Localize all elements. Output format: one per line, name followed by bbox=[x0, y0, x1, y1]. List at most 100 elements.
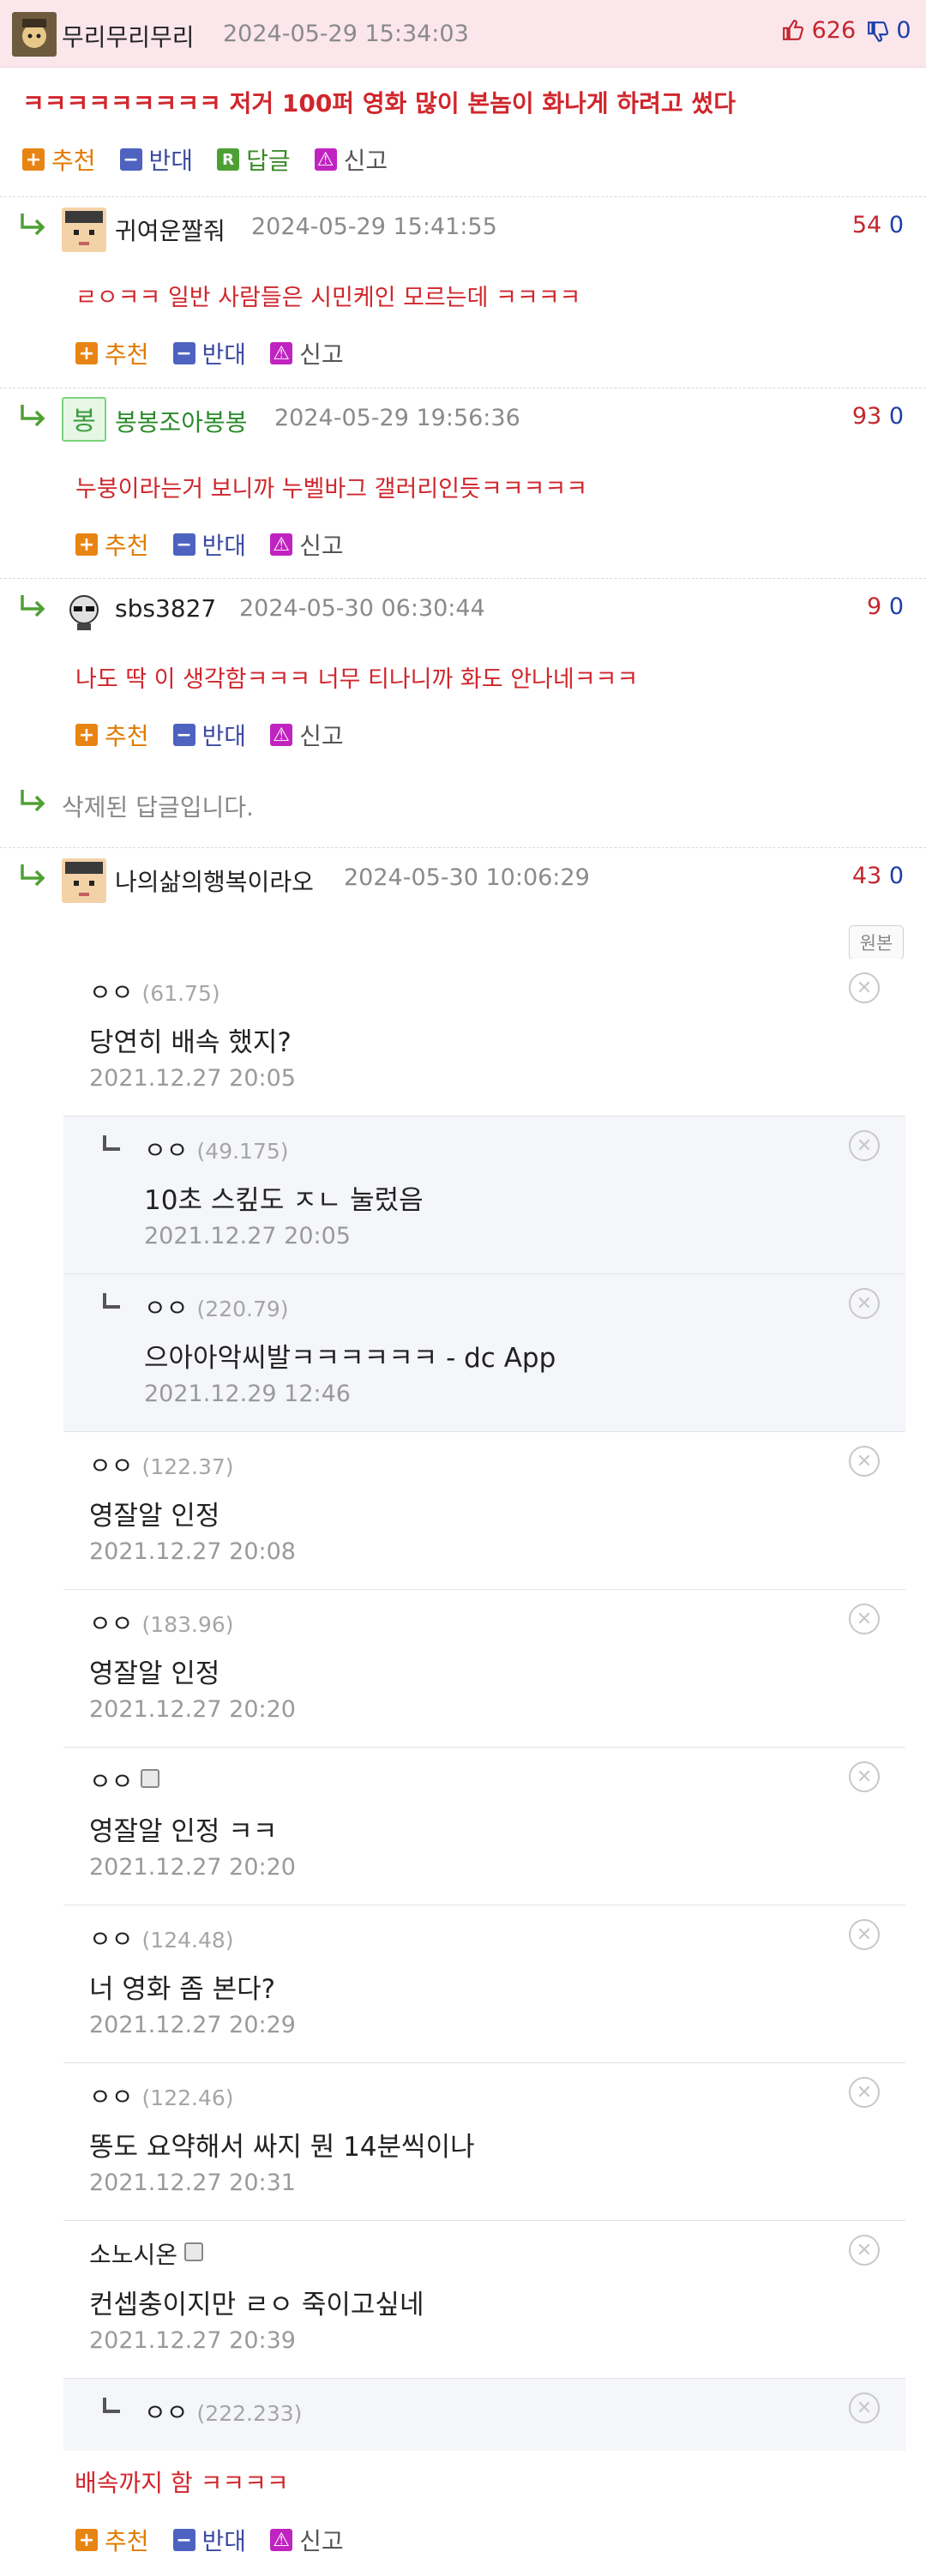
user-avatar[interactable] bbox=[12, 12, 57, 57]
report-button[interactable]: ⚠ 신고 bbox=[270, 336, 344, 370]
comment-actions: + 추천 − 반대 ⚠ 신고 bbox=[75, 529, 368, 560]
comment-nickname[interactable]: 귀여운짤줘 bbox=[115, 213, 225, 247]
recommend-button[interactable]: + 추천 bbox=[75, 718, 149, 752]
comment-nickname[interactable]: 무리무리무리 bbox=[62, 19, 195, 53]
recommend-button[interactable]: + 추천 bbox=[22, 142, 96, 177]
embedded-comment: ㅇㅇ (61.75) 당연히 배속 했지? 2021.12.27 20:05 ✕ bbox=[63, 959, 905, 1116]
embedded-comment: ㅇㅇ (124.48) 너 영화 좀 본다? 2021.12.27 20:29 ✕ bbox=[63, 1905, 905, 2063]
embedded-author: ㅇㅇ (122.37) bbox=[89, 1447, 234, 1482]
recommend-button[interactable]: + 추천 bbox=[75, 2523, 149, 2557]
plus-icon: + bbox=[75, 2529, 98, 2551]
embedded-comment-date: 2021.12.27 20:05 bbox=[89, 1065, 296, 1092]
comment-text: ㄹㅇㅋㅋ 일반 사람들은 시민케인 모르는데 ㅋㅋㅋㅋ bbox=[75, 285, 581, 311]
embedded-author-score: (124.48) bbox=[141, 1928, 234, 1953]
deleted-reply: 삭제된 답글입니다. bbox=[0, 768, 926, 847]
user-avatar[interactable] bbox=[62, 858, 106, 903]
embedded-comment-date: 2021.12.27 20:20 bbox=[89, 1696, 296, 1723]
nested-reply-arrow-icon bbox=[103, 1135, 120, 1151]
comment-text: 누붕이라는거 보니까 누벨바그 갤러리인듯ㅋㅋㅋㅋㅋ bbox=[75, 476, 588, 503]
report-button[interactable]: ⚠ 신고 bbox=[314, 142, 388, 177]
embedded-screenshot: ㅇㅇ (61.75) 당연히 배속 했지? 2021.12.27 20:05 ✕ ㅇㅇ (4… bbox=[63, 959, 905, 2451]
reply-item: 봉 봉봉조아봉봉 2024-05-29 19:56:36 93 0 누붕이라는거… bbox=[0, 388, 926, 578]
thumbs-up-icon[interactable] bbox=[782, 17, 812, 44]
embedded-comment: ㅇㅇ (183.96) 영잘알 인정 2021.12.27 20:20 ✕ bbox=[63, 1590, 905, 1748]
upvote-count: 54 bbox=[851, 212, 882, 238]
close-icon[interactable]: ✕ bbox=[849, 1130, 880, 1161]
close-icon[interactable]: ✕ bbox=[849, 2077, 880, 2108]
embedded-comment-text: 영잘알 인정 ㅋㅋ bbox=[89, 1816, 278, 1847]
plus-icon: + bbox=[75, 724, 98, 746]
vote-counts: 43 0 bbox=[852, 863, 904, 889]
embedded-comment-date: 2021.12.27 20:31 bbox=[89, 2170, 296, 2196]
close-icon[interactable]: ✕ bbox=[849, 972, 880, 1003]
embedded-author-name: ㅇㅇ bbox=[89, 978, 134, 1007]
embedded-author: ㅇㅇ (220.79) bbox=[144, 1290, 289, 1324]
embedded-comment-text: 영잘알 인정 bbox=[89, 1501, 220, 1532]
nested-embedded-comment: ㅇㅇ (222.233) ㄹㄹㄹㄹㄹㄹㄹㄹㄹㄹㄹㄹㄹㄹㄹㄹㄹㄹㄹ ✕ bbox=[63, 2379, 905, 2451]
recommend-button[interactable]: + 추천 bbox=[75, 527, 149, 562]
alarm-icon: ⚠ bbox=[314, 148, 337, 171]
close-icon[interactable]: ✕ bbox=[849, 1604, 880, 1634]
embedded-comment: ㅇㅇ 영잘알 인정 ㅋㅋ 2021.12.27 20:20 ✕ bbox=[63, 1748, 905, 1905]
embedded-author-name: ㅇㅇ bbox=[89, 2083, 134, 2111]
embedded-comment-text: 컨셉충이지만 ㄹㅇ 죽이고싶네 bbox=[89, 2290, 424, 2320]
nested-embedded-comment: ㅇㅇ (49.175) 10초 스킾도 ㅈㄴ 눌렀음 2021.12.27 20:05… bbox=[63, 1116, 905, 1274]
embedded-author-score: (61.75) bbox=[141, 981, 220, 1006]
alarm-icon: ⚠ bbox=[270, 2529, 293, 2551]
embedded-comment-text: ㄹㄹㄹㄹㄹㄹㄹㄹㄹㄹㄹㄹㄹㄹㄹㄹㄹㄹㄹ bbox=[144, 2441, 609, 2451]
embedded-comment-date: 2021.12.27 20:05 bbox=[144, 1223, 351, 1249]
downvote-count: 0 bbox=[888, 593, 904, 620]
comment-nickname[interactable]: 나의삶의행복이라오 bbox=[115, 864, 314, 898]
nested-embedded-comment: ㅇㅇ (220.79) 으아아악씨발ㅋㅋㅋㅋㅋㅋ - dc App 2021.12.2… bbox=[63, 1274, 905, 1432]
oppose-button[interactable]: − 반대 bbox=[172, 2523, 246, 2557]
comment-text: 나도 딱 이 생각함ㅋㅋㅋ 너무 티나니까 화도 안나네ㅋㅋㅋ bbox=[75, 666, 639, 693]
oppose-button[interactable]: − 반대 bbox=[172, 718, 246, 752]
nested-reply-arrow-icon bbox=[103, 2398, 120, 2413]
close-icon[interactable]: ✕ bbox=[849, 1446, 880, 1477]
minus-icon: − bbox=[172, 342, 195, 364]
comment-date: 2024-05-30 06:30:44 bbox=[239, 595, 485, 622]
embedded-comment: ㅇㅇ (122.46) 똥도 요약해서 싸지 뭔 14분씩이나 2021.12.27 … bbox=[63, 2063, 905, 2221]
reply-item: sbs3827 2024-05-30 06:30:44 9 0 나도 딱 이 생… bbox=[0, 578, 926, 768]
report-button[interactable]: ⚠ 신고 bbox=[270, 718, 344, 752]
downvote-count: 0 bbox=[888, 863, 904, 889]
oppose-button[interactable]: − 반대 bbox=[172, 527, 246, 562]
comment-actions: + 추천 − 반대 ⚠ 신고 bbox=[75, 719, 368, 750]
embedded-author-name: ㅇㅇ bbox=[89, 1767, 134, 1796]
user-avatar[interactable] bbox=[62, 208, 106, 252]
embedded-author: ㅇㅇ (222.233) bbox=[144, 2394, 302, 2429]
oppose-button[interactable]: − 반대 bbox=[119, 142, 193, 177]
reply-arrow-icon bbox=[21, 595, 45, 617]
report-button[interactable]: ⚠ 신고 bbox=[270, 2523, 344, 2557]
recommend-button[interactable]: + 추천 bbox=[75, 336, 149, 370]
close-icon[interactable]: ✕ bbox=[849, 1919, 880, 1950]
embedded-comment-text: 10초 스킾도 ㅈㄴ 눌렀음 bbox=[144, 1185, 424, 1216]
comment-nickname[interactable]: sbs3827 bbox=[115, 594, 216, 623]
vote-counts: 93 0 bbox=[852, 403, 904, 430]
user-avatar[interactable]: 봉 bbox=[62, 397, 106, 442]
reply-icon: R bbox=[217, 148, 240, 171]
embedded-author-score: (222.233) bbox=[196, 2401, 303, 2426]
embedded-author-name: ㅇㅇ bbox=[89, 1610, 134, 1638]
source-button[interactable]: 원본 bbox=[849, 925, 904, 960]
close-icon[interactable]: ✕ bbox=[849, 1761, 880, 1792]
oppose-button[interactable]: − 반대 bbox=[172, 336, 246, 370]
embedded-author-name: ㅇㅇ bbox=[144, 2398, 189, 2427]
embedded-comment-date: 2021.12.27 20:29 bbox=[89, 2012, 296, 2038]
comment-actions: + 추천 − 반대 ⚠ 신고 bbox=[75, 338, 368, 369]
minus-icon: − bbox=[172, 724, 195, 746]
close-icon[interactable]: ✕ bbox=[849, 2392, 880, 2423]
thumbs-down-icon[interactable] bbox=[863, 17, 897, 44]
embedded-comment-date: 2021.12.29 12:46 bbox=[144, 1381, 351, 1407]
embedded-author: ㅇㅇ (124.48) bbox=[89, 1921, 234, 1955]
comment-nickname[interactable]: 봉봉조아봉봉 bbox=[115, 404, 248, 438]
report-button[interactable]: ⚠ 신고 bbox=[270, 527, 344, 562]
embedded-comment-text: 으아아악씨발ㅋㅋㅋㅋㅋㅋ - dc App bbox=[144, 1343, 556, 1374]
user-avatar[interactable] bbox=[62, 589, 106, 634]
close-icon[interactable]: ✕ bbox=[849, 1288, 880, 1319]
embedded-author-name: ㅇㅇ bbox=[144, 1136, 189, 1165]
embedded-author-score: (122.37) bbox=[141, 1454, 234, 1479]
embedded-comment-text: 당연히 배속 했지? bbox=[89, 1027, 292, 1058]
close-icon[interactable]: ✕ bbox=[849, 2235, 880, 2266]
reply-button[interactable]: R 답글 bbox=[217, 142, 291, 177]
